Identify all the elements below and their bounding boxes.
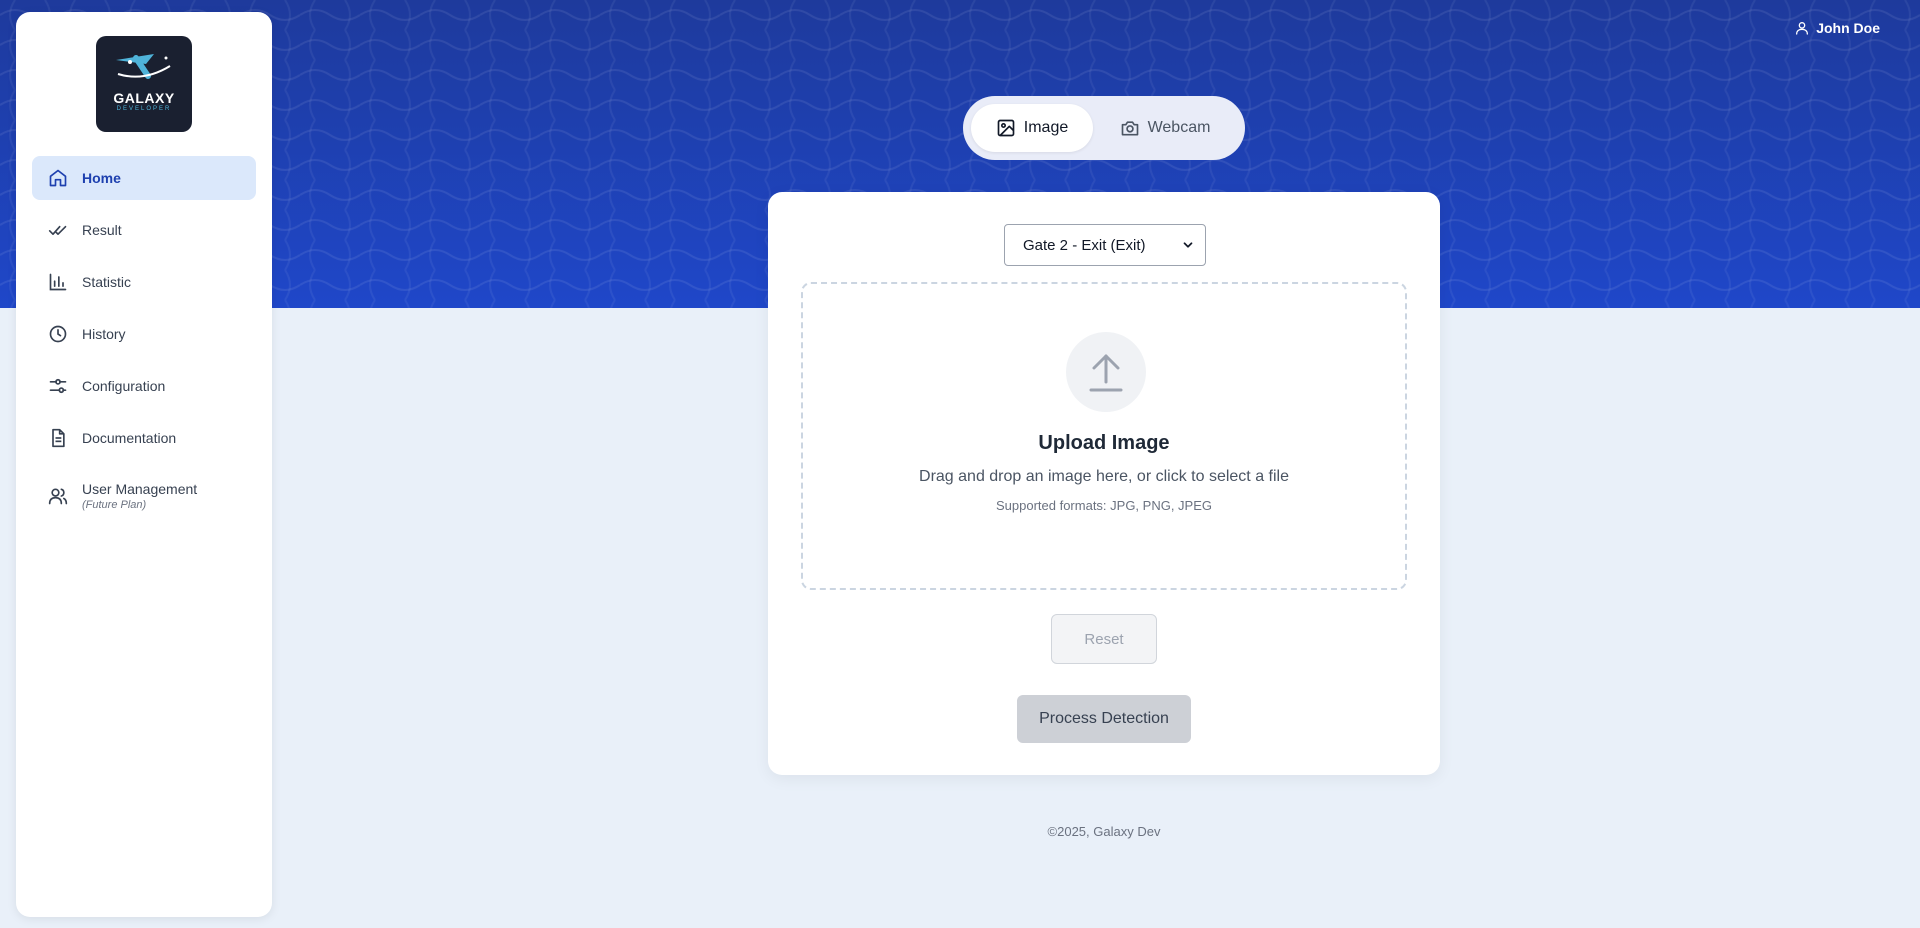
sidebar-item-result[interactable]: Result [32,208,256,252]
user-menu[interactable]: John Doe [1794,20,1880,36]
upload-title: Upload Image [1038,432,1170,454]
gate-select-value: Gate 2 - Exit (Exit) [1023,236,1146,254]
sidebar-item-label: Statistic [82,274,132,290]
sidebar-item-label: Home [82,170,121,186]
tab-label: Webcam [1147,119,1211,136]
mode-tabs: Image Webcam [963,96,1245,160]
upload-card: Gate 2 - Exit (Exit) Upload Image Drag a… [768,192,1440,775]
camera-icon [1121,121,1138,136]
logo-subtext: DEVELOPER [116,106,172,112]
user-icon [1796,22,1809,35]
sidebar-item-labels: User Management (Future Plan) [82,481,197,511]
home-icon [48,168,68,188]
double-check-icon [48,220,68,240]
sidebar: GALAXY DEVELOPER Home Result Statistic H… [16,12,272,917]
reset-button[interactable]: Reset [1051,614,1157,664]
footer-copyright: ©2025, Galaxy Dev [1047,824,1161,839]
galaxy-logo-mark [116,54,171,79]
sidebar-item-label: User Management [82,481,198,497]
upload-description: Drag and drop an image here, or click to… [919,468,1289,485]
upload-formats: Supported formats: JPG, PNG, JPEG [995,498,1213,513]
galaxy-logo[interactable]: GALAXY DEVELOPER [96,36,192,132]
sidebar-item-sublabel: (Future Plan) [82,499,147,511]
sidebar-item-history[interactable]: History [32,312,256,356]
sidebar-item-label: Documentation [82,430,177,446]
document-icon [48,428,68,448]
upload-arrow-icon [1089,354,1123,392]
image-dropzone[interactable]: Upload Image Drag and drop an image here… [801,282,1407,590]
sidebar-item-documentation[interactable]: Documentation [32,416,256,460]
gate-select[interactable]: Gate 2 - Exit (Exit) [1004,224,1206,266]
process-detection-button[interactable]: Process Detection [1017,695,1191,743]
sidebar-nav: Home Result Statistic History Configurat… [32,156,256,532]
sidebar-item-home[interactable]: Home [32,156,256,200]
sidebar-item-label: Result [82,222,122,238]
sidebar-item-label: Configuration [82,378,166,394]
clock-icon [48,324,68,344]
tab-webcam[interactable]: Webcam [1093,104,1237,152]
sidebar-item-label: History [82,326,126,342]
sidebar-item-user-management[interactable]: User Management (Future Plan) [32,468,256,524]
sidebar-item-configuration[interactable]: Configuration [32,364,256,408]
upload-icon-container [1066,332,1146,412]
sidebar-item-statistic[interactable]: Statistic [32,260,256,304]
tab-label: Image [1023,119,1069,136]
user-name: John Doe [1816,20,1880,36]
chevron-down-icon [1183,242,1193,248]
users-icon [48,486,68,506]
sliders-icon [48,376,68,396]
tab-image[interactable]: Image [971,104,1093,152]
bar-chart-icon [48,272,68,292]
logo-text: GALAXY [113,90,175,106]
image-icon [997,119,1015,137]
